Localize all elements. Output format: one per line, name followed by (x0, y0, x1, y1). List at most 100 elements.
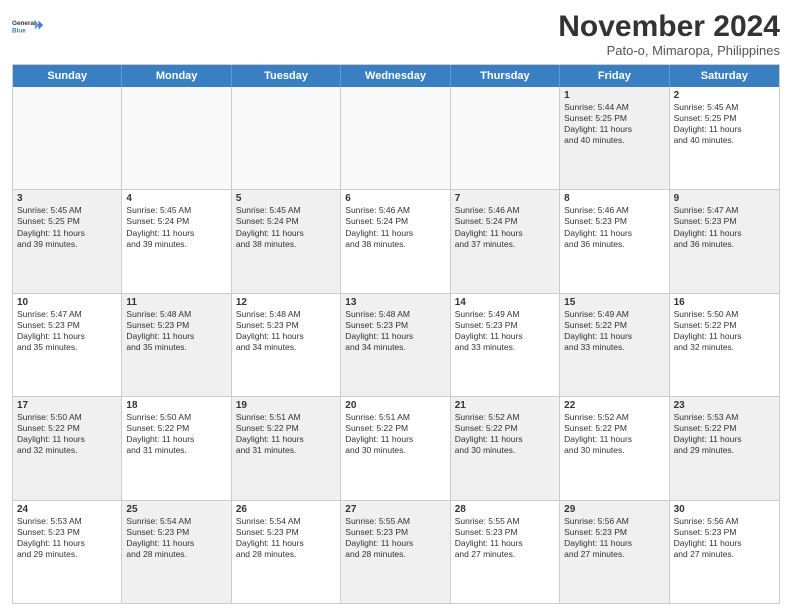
empty-cell (122, 87, 231, 189)
day-number: 14 (455, 297, 555, 308)
day-cell-27: 27Sunrise: 5:55 AM Sunset: 5:23 PM Dayli… (341, 501, 450, 603)
day-number: 11 (126, 297, 226, 308)
day-info: Sunrise: 5:48 AM Sunset: 5:23 PM Dayligh… (236, 309, 336, 353)
day-cell-8: 8Sunrise: 5:46 AM Sunset: 5:23 PM Daylig… (560, 190, 669, 292)
day-number: 19 (236, 400, 336, 411)
day-header-tuesday: Tuesday (232, 65, 341, 87)
logo-icon: GeneralBlue (12, 10, 44, 42)
day-info: Sunrise: 5:51 AM Sunset: 5:22 PM Dayligh… (345, 412, 445, 456)
day-number: 12 (236, 297, 336, 308)
day-number: 21 (455, 400, 555, 411)
empty-cell (232, 87, 341, 189)
day-number: 7 (455, 193, 555, 204)
day-header-saturday: Saturday (670, 65, 779, 87)
subtitle: Pato-o, Mimaropa, Philippines (558, 43, 780, 58)
day-number: 3 (17, 193, 117, 204)
day-info: Sunrise: 5:48 AM Sunset: 5:23 PM Dayligh… (345, 309, 445, 353)
day-info: Sunrise: 5:53 AM Sunset: 5:22 PM Dayligh… (674, 412, 775, 456)
empty-cell (341, 87, 450, 189)
day-number: 9 (674, 193, 775, 204)
day-info: Sunrise: 5:55 AM Sunset: 5:23 PM Dayligh… (455, 516, 555, 560)
calendar-row-1: 1Sunrise: 5:44 AM Sunset: 5:25 PM Daylig… (13, 87, 779, 189)
day-cell-21: 21Sunrise: 5:52 AM Sunset: 5:22 PM Dayli… (451, 397, 560, 499)
day-header-sunday: Sunday (13, 65, 122, 87)
day-info: Sunrise: 5:46 AM Sunset: 5:24 PM Dayligh… (345, 205, 445, 249)
day-cell-12: 12Sunrise: 5:48 AM Sunset: 5:23 PM Dayli… (232, 294, 341, 396)
day-info: Sunrise: 5:49 AM Sunset: 5:23 PM Dayligh… (455, 309, 555, 353)
day-number: 18 (126, 400, 226, 411)
day-info: Sunrise: 5:50 AM Sunset: 5:22 PM Dayligh… (126, 412, 226, 456)
calendar-row-5: 24Sunrise: 5:53 AM Sunset: 5:23 PM Dayli… (13, 500, 779, 603)
day-cell-20: 20Sunrise: 5:51 AM Sunset: 5:22 PM Dayli… (341, 397, 450, 499)
day-cell-2: 2Sunrise: 5:45 AM Sunset: 5:25 PM Daylig… (670, 87, 779, 189)
day-number: 17 (17, 400, 117, 411)
day-cell-24: 24Sunrise: 5:53 AM Sunset: 5:23 PM Dayli… (13, 501, 122, 603)
day-cell-11: 11Sunrise: 5:48 AM Sunset: 5:23 PM Dayli… (122, 294, 231, 396)
day-cell-25: 25Sunrise: 5:54 AM Sunset: 5:23 PM Dayli… (122, 501, 231, 603)
day-info: Sunrise: 5:47 AM Sunset: 5:23 PM Dayligh… (17, 309, 117, 353)
day-number: 23 (674, 400, 775, 411)
day-number: 24 (17, 504, 117, 515)
day-info: Sunrise: 5:45 AM Sunset: 5:24 PM Dayligh… (126, 205, 226, 249)
day-info: Sunrise: 5:50 AM Sunset: 5:22 PM Dayligh… (674, 309, 775, 353)
day-number: 16 (674, 297, 775, 308)
day-number: 26 (236, 504, 336, 515)
day-number: 15 (564, 297, 664, 308)
svg-text:General: General (12, 20, 36, 27)
day-info: Sunrise: 5:56 AM Sunset: 5:23 PM Dayligh… (564, 516, 664, 560)
day-cell-19: 19Sunrise: 5:51 AM Sunset: 5:22 PM Dayli… (232, 397, 341, 499)
day-cell-10: 10Sunrise: 5:47 AM Sunset: 5:23 PM Dayli… (13, 294, 122, 396)
day-info: Sunrise: 5:56 AM Sunset: 5:23 PM Dayligh… (674, 516, 775, 560)
day-info: Sunrise: 5:45 AM Sunset: 5:25 PM Dayligh… (17, 205, 117, 249)
day-cell-22: 22Sunrise: 5:52 AM Sunset: 5:22 PM Dayli… (560, 397, 669, 499)
day-number: 2 (674, 90, 775, 101)
main-title: November 2024 (558, 10, 780, 43)
day-cell-9: 9Sunrise: 5:47 AM Sunset: 5:23 PM Daylig… (670, 190, 779, 292)
title-block: November 2024 Pato-o, Mimaropa, Philippi… (558, 10, 780, 58)
day-info: Sunrise: 5:45 AM Sunset: 5:24 PM Dayligh… (236, 205, 336, 249)
day-number: 5 (236, 193, 336, 204)
day-cell-14: 14Sunrise: 5:49 AM Sunset: 5:23 PM Dayli… (451, 294, 560, 396)
empty-cell (451, 87, 560, 189)
day-number: 10 (17, 297, 117, 308)
day-info: Sunrise: 5:50 AM Sunset: 5:22 PM Dayligh… (17, 412, 117, 456)
day-number: 8 (564, 193, 664, 204)
day-number: 22 (564, 400, 664, 411)
day-number: 4 (126, 193, 226, 204)
day-info: Sunrise: 5:51 AM Sunset: 5:22 PM Dayligh… (236, 412, 336, 456)
day-number: 20 (345, 400, 445, 411)
day-cell-4: 4Sunrise: 5:45 AM Sunset: 5:24 PM Daylig… (122, 190, 231, 292)
logo: GeneralBlue (12, 10, 44, 42)
calendar-row-4: 17Sunrise: 5:50 AM Sunset: 5:22 PM Dayli… (13, 396, 779, 499)
calendar-row-3: 10Sunrise: 5:47 AM Sunset: 5:23 PM Dayli… (13, 293, 779, 396)
day-info: Sunrise: 5:52 AM Sunset: 5:22 PM Dayligh… (455, 412, 555, 456)
day-number: 25 (126, 504, 226, 515)
day-info: Sunrise: 5:55 AM Sunset: 5:23 PM Dayligh… (345, 516, 445, 560)
day-cell-7: 7Sunrise: 5:46 AM Sunset: 5:24 PM Daylig… (451, 190, 560, 292)
day-number: 28 (455, 504, 555, 515)
day-info: Sunrise: 5:44 AM Sunset: 5:25 PM Dayligh… (564, 102, 664, 146)
day-cell-30: 30Sunrise: 5:56 AM Sunset: 5:23 PM Dayli… (670, 501, 779, 603)
day-info: Sunrise: 5:49 AM Sunset: 5:22 PM Dayligh… (564, 309, 664, 353)
day-header-monday: Monday (122, 65, 231, 87)
day-cell-23: 23Sunrise: 5:53 AM Sunset: 5:22 PM Dayli… (670, 397, 779, 499)
day-header-friday: Friday (560, 65, 669, 87)
day-cell-1: 1Sunrise: 5:44 AM Sunset: 5:25 PM Daylig… (560, 87, 669, 189)
day-number: 1 (564, 90, 664, 101)
day-info: Sunrise: 5:54 AM Sunset: 5:23 PM Dayligh… (126, 516, 226, 560)
empty-cell (13, 87, 122, 189)
day-cell-29: 29Sunrise: 5:56 AM Sunset: 5:23 PM Dayli… (560, 501, 669, 603)
day-info: Sunrise: 5:52 AM Sunset: 5:22 PM Dayligh… (564, 412, 664, 456)
day-header-wednesday: Wednesday (341, 65, 450, 87)
day-cell-18: 18Sunrise: 5:50 AM Sunset: 5:22 PM Dayli… (122, 397, 231, 499)
day-info: Sunrise: 5:46 AM Sunset: 5:23 PM Dayligh… (564, 205, 664, 249)
day-number: 27 (345, 504, 445, 515)
day-info: Sunrise: 5:53 AM Sunset: 5:23 PM Dayligh… (17, 516, 117, 560)
day-number: 29 (564, 504, 664, 515)
day-header-thursday: Thursday (451, 65, 560, 87)
day-cell-6: 6Sunrise: 5:46 AM Sunset: 5:24 PM Daylig… (341, 190, 450, 292)
day-info: Sunrise: 5:54 AM Sunset: 5:23 PM Dayligh… (236, 516, 336, 560)
day-cell-26: 26Sunrise: 5:54 AM Sunset: 5:23 PM Dayli… (232, 501, 341, 603)
page-container: GeneralBlue November 2024 Pato-o, Mimaro… (0, 0, 792, 612)
day-info: Sunrise: 5:46 AM Sunset: 5:24 PM Dayligh… (455, 205, 555, 249)
